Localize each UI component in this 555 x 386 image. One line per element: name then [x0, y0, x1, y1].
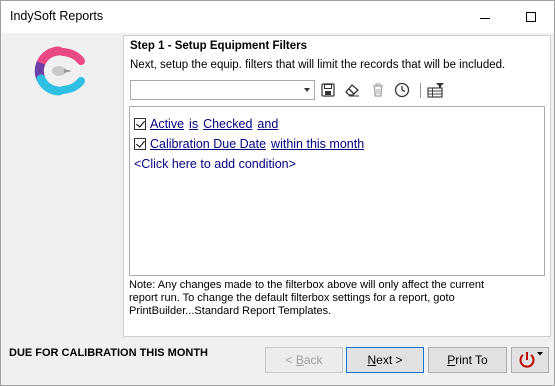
- print-to-button[interactable]: Print To: [428, 347, 507, 373]
- filter-grid-button[interactable]: [426, 80, 446, 100]
- condition-field[interactable]: Calibration Due Date: [150, 137, 266, 151]
- condition-checkbox[interactable]: [134, 118, 146, 130]
- report-name-label: DUE FOR CALIBRATION THIS MONTH: [9, 347, 209, 359]
- delete-filter-button[interactable]: [368, 80, 388, 100]
- next-button[interactable]: Next >: [346, 347, 424, 373]
- print-label: rint To: [455, 353, 488, 367]
- note-line: PrintBuilder...Standard Report Templates…: [129, 305, 332, 317]
- indysoft-logo: [31, 43, 87, 99]
- eraser-icon: [345, 84, 359, 97]
- next-label: ext >: [376, 353, 403, 367]
- step-subtitle: Next, setup the equip. filters that will…: [130, 59, 506, 71]
- minimize-icon: [480, 17, 490, 19]
- power-button[interactable]: [511, 347, 549, 373]
- maximize-button[interactable]: [508, 1, 554, 33]
- power-icon: [519, 352, 543, 368]
- report-window: IndySoft Reports Step 1 - Setup Equipmen…: [0, 0, 555, 386]
- back-button[interactable]: < Back: [265, 347, 343, 373]
- window-title: IndySoft Reports: [10, 9, 104, 23]
- chevron-down-icon[interactable]: [304, 88, 310, 92]
- clear-filter-button[interactable]: [342, 80, 362, 100]
- condition-field[interactable]: Active: [150, 117, 184, 131]
- title-bar: IndySoft Reports: [1, 1, 554, 33]
- filter-note: Note: Any changes made to the filterbox …: [129, 279, 547, 318]
- condition-join[interactable]: and: [257, 117, 278, 131]
- grid-filter-icon: [427, 83, 444, 98]
- filter-box[interactable]: Active is Checked and Calibration Due Da…: [129, 106, 545, 276]
- logo-icon: [34, 46, 85, 96]
- print-hotkey: P: [447, 353, 456, 367]
- toolbar-separator: [420, 83, 421, 98]
- wizard-panel: Step 1 - Setup Equipment Filters Next, s…: [123, 35, 551, 337]
- save-filter-button[interactable]: [318, 80, 338, 100]
- trash-icon: [373, 83, 383, 97]
- add-condition-link[interactable]: <Click here to add condition>: [134, 157, 296, 171]
- saved-filter-combo[interactable]: [130, 80, 315, 100]
- step-title: Step 1 - Setup Equipment Filters: [130, 40, 307, 52]
- condition-checkbox[interactable]: [134, 138, 146, 150]
- condition-operator[interactable]: within this month: [271, 137, 364, 151]
- back-arrow-text: <: [285, 353, 293, 367]
- history-icon: [394, 82, 410, 98]
- condition-row: Active is Checked and: [134, 115, 283, 133]
- maximize-icon: [526, 12, 536, 22]
- next-hotkey: N: [367, 353, 377, 367]
- condition-operator[interactable]: is: [189, 117, 198, 131]
- add-condition-row: <Click here to add condition>: [134, 155, 296, 173]
- back-hotkey: B: [295, 353, 304, 367]
- filter-history-button[interactable]: [392, 80, 412, 100]
- back-label: ack: [303, 353, 323, 367]
- minimize-button[interactable]: [462, 1, 508, 33]
- save-icon: [321, 83, 335, 97]
- condition-value[interactable]: Checked: [203, 117, 252, 131]
- note-line: report run. To change the default filter…: [129, 292, 455, 304]
- condition-row: Calibration Due Date within this month: [134, 135, 369, 153]
- note-line: Note: Any changes made to the filterbox …: [129, 279, 485, 291]
